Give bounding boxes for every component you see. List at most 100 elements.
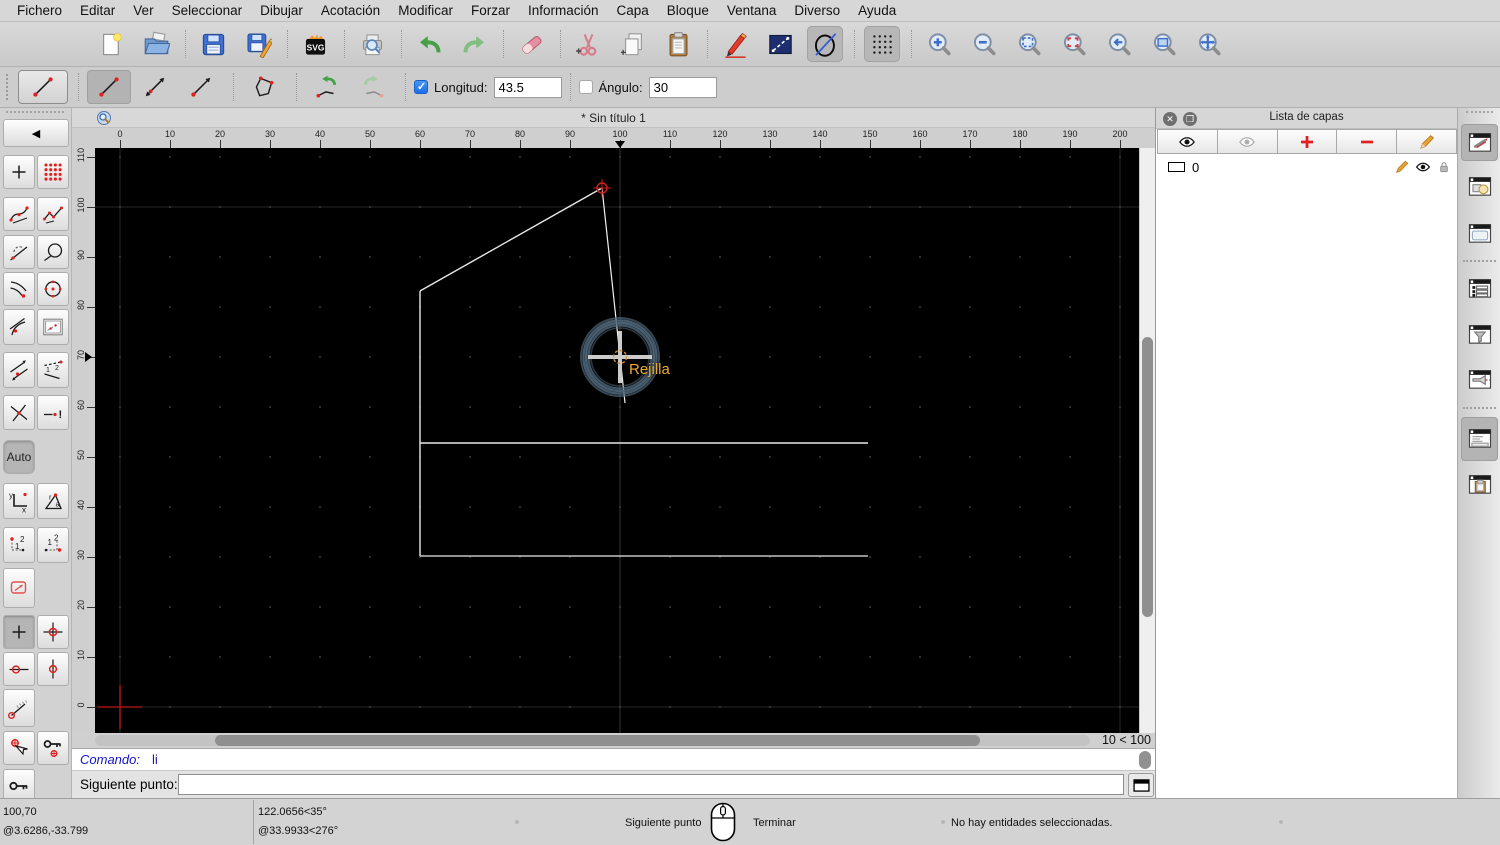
hide-all-layers-button[interactable] (1217, 129, 1278, 154)
tool-line-bidirectional-button[interactable] (133, 70, 177, 104)
toolbar-drag-handle[interactable] (6, 74, 12, 100)
coordinate-polar-button[interactable]: ra (37, 483, 69, 519)
tool-intersection-manual-button[interactable]: ! (37, 395, 69, 430)
length-input[interactable] (493, 76, 562, 98)
back-button[interactable]: ◀ (3, 119, 69, 147)
panel-command-toggle[interactable] (1461, 417, 1498, 461)
show-all-layers-button[interactable] (1157, 129, 1218, 154)
panel-library-toggle[interactable] (1461, 215, 1498, 252)
paste-button[interactable] (660, 26, 696, 62)
command-history-line[interactable]: Comando: li (72, 748, 1155, 770)
panel-filter-toggle[interactable] (1461, 316, 1498, 353)
relative-points-b-button[interactable]: 12 (37, 527, 69, 563)
save-as-button[interactable] (240, 26, 276, 62)
horizontal-scrollbar-thumb[interactable] (215, 735, 980, 746)
layer-edit-icon[interactable] (1394, 159, 1410, 175)
angle-input[interactable] (648, 76, 717, 98)
tool-line-2points-button[interactable] (87, 70, 131, 104)
snap-auto-button[interactable]: Auto (3, 440, 35, 474)
zoom-pan-button[interactable] (1191, 26, 1227, 62)
zoom-redraw-button[interactable] (1056, 26, 1092, 62)
command-window-toggle-button[interactable] (1128, 773, 1154, 797)
menu-seleccionar[interactable]: Seleccionar (163, 3, 252, 18)
copy-button[interactable] (615, 26, 651, 62)
tool-tangent-line-button[interactable] (3, 235, 35, 269)
new-file-button[interactable] (93, 26, 129, 62)
zoom-previous-button[interactable] (1101, 26, 1137, 62)
vertical-scrollbar-thumb[interactable] (1142, 337, 1153, 617)
tool-polyline-button[interactable] (242, 70, 286, 104)
snap-on-entity-button[interactable] (3, 652, 35, 686)
zoom-out-button[interactable] (966, 26, 1002, 62)
menu-ayuda[interactable]: Ayuda (849, 3, 905, 18)
tool-intersection-button[interactable] (3, 395, 35, 430)
tool-circle-line-button[interactable] (37, 235, 69, 269)
panel-light-toggle[interactable] (1461, 361, 1498, 398)
layer-row[interactable]: 0 (1157, 156, 1457, 178)
coordinate-cartesian-button[interactable]: yx (3, 483, 35, 519)
horizontal-scrollbar-track[interactable] (95, 735, 1090, 746)
panel-layer-list-toggle[interactable] (1461, 124, 1498, 161)
undo-button[interactable] (411, 26, 447, 62)
menu-fichero[interactable]: Fichero (8, 3, 71, 18)
svg-export-button[interactable]: SVG (297, 26, 333, 62)
command-history-scrollbar[interactable] (1139, 751, 1151, 769)
save-button[interactable] (195, 26, 231, 62)
tool-points-grid-button[interactable] (37, 155, 69, 189)
dock-drag-handle[interactable] (1466, 111, 1493, 114)
tool-selection-window-button[interactable] (37, 309, 69, 345)
current-action-button[interactable] (807, 26, 843, 62)
tool-undo-segment-button[interactable] (305, 70, 349, 104)
vertical-scrollbar[interactable] (1139, 148, 1155, 733)
zoom-auto-button[interactable] (1011, 26, 1047, 62)
tool-polyline-points-button[interactable] (37, 197, 69, 231)
toolbar-drag-handle[interactable] (6, 111, 64, 114)
menu-forzar[interactable]: Forzar (462, 3, 519, 18)
edit-layer-button[interactable] (1397, 129, 1457, 154)
relative-points-a-button[interactable]: 12 (3, 527, 35, 563)
line-attributes-button[interactable] (762, 26, 798, 62)
menu-modificar[interactable]: Modificar (389, 3, 462, 18)
tool-point-button[interactable] (3, 155, 35, 189)
menu-ver[interactable]: Ver (124, 3, 162, 18)
delete-button[interactable] (513, 26, 549, 62)
tool-arc-tangent-button[interactable] (3, 309, 35, 345)
angle-checkbox[interactable] (578, 80, 593, 94)
edit-attributes-button[interactable] (717, 26, 753, 62)
drawing-canvas[interactable]: Rejilla (95, 148, 1139, 733)
length-checkbox[interactable] (414, 80, 428, 94)
print-preview-button[interactable] (354, 26, 390, 62)
snap-endpoint-button[interactable] (37, 615, 69, 649)
open-file-button[interactable] (138, 26, 174, 62)
panel-entity-list-toggle[interactable] (1461, 270, 1498, 307)
tool-bisector-button[interactable]: 12 (37, 352, 69, 388)
tool-concentric-arcs-button[interactable] (3, 272, 35, 306)
menu-informacion[interactable]: Información (519, 3, 608, 18)
command-input[interactable] (178, 774, 1124, 795)
menu-bloque[interactable]: Bloque (658, 3, 718, 18)
lock-relative-zero-button[interactable] (37, 731, 69, 765)
menu-capa[interactable]: Capa (608, 3, 658, 18)
panel-block-list-toggle[interactable] (1461, 168, 1498, 205)
menu-ventana[interactable]: Ventana (718, 3, 786, 18)
menu-dibujar[interactable]: Dibujar (251, 3, 312, 18)
panel-clipboard-toggle[interactable] (1461, 466, 1498, 503)
tool-line-ray-button[interactable] (179, 70, 223, 104)
tool-line-category-button[interactable] (18, 70, 68, 104)
snap-center-button[interactable] (37, 652, 69, 686)
layer-visibility-icon[interactable] (1415, 159, 1431, 175)
cut-button[interactable] (570, 26, 606, 62)
snap-grid-button[interactable] (3, 615, 35, 649)
grid-toggle-button[interactable] (864, 26, 900, 62)
tool-redo-segment-button[interactable] (351, 70, 395, 104)
zoom-window-button[interactable] (1146, 26, 1182, 62)
snap-intersection-button[interactable] (3, 731, 35, 765)
menu-acotacion[interactable]: Acotación (312, 3, 389, 18)
horizontal-scrollbar[interactable]: 10 < 100 (72, 733, 1155, 748)
remove-layer-button[interactable] (1337, 129, 1398, 154)
menu-editar[interactable]: Editar (71, 3, 124, 18)
redo-button[interactable] (456, 26, 492, 62)
layer-lock-icon[interactable] (1436, 159, 1452, 175)
menu-diverso[interactable]: Diverso (785, 3, 849, 18)
add-layer-button[interactable] (1277, 129, 1338, 154)
